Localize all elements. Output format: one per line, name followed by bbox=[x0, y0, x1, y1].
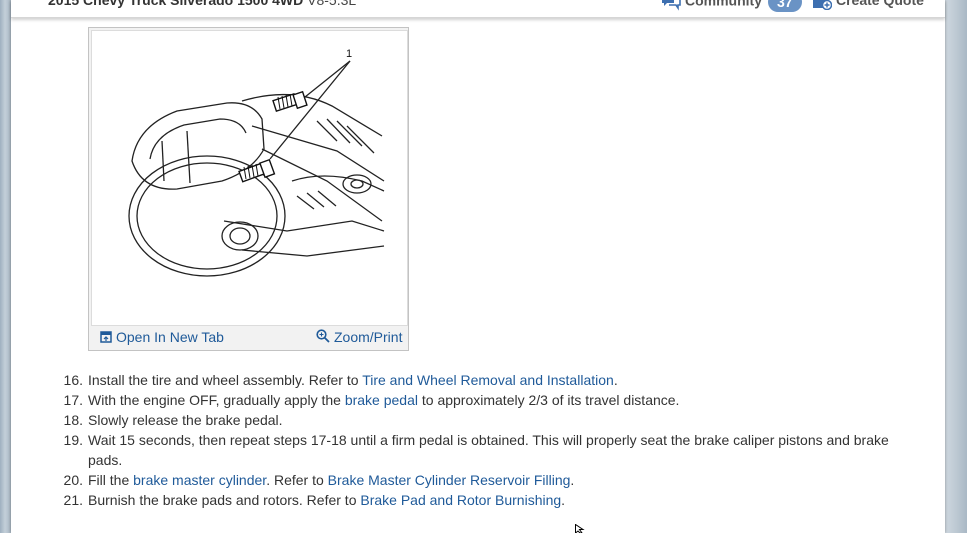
brake-caliper-illustration: 1 bbox=[128, 48, 385, 277]
callout-label: 1 bbox=[346, 48, 352, 60]
open-new-tab-icon bbox=[100, 331, 112, 343]
mouse-cursor-icon bbox=[575, 524, 585, 533]
step-19: 19. Wait 15 seconds, then repeat steps 17… bbox=[45, 430, 925, 470]
step-text: . bbox=[570, 472, 575, 488]
window-edge-right bbox=[945, 0, 967, 533]
pad-rotor-burnishing-link[interactable]: Brake Pad and Rotor Burnishing bbox=[360, 492, 561, 508]
step-text: . Refer to bbox=[266, 472, 328, 488]
step-text: Burnish the brake pads and rotors. Refer… bbox=[88, 492, 361, 508]
zoom-print-label: Zoom/Print bbox=[334, 329, 403, 345]
step-text: . bbox=[561, 492, 566, 508]
dollar-quote-icon bbox=[813, 0, 832, 11]
step-number: 18. bbox=[63, 412, 83, 428]
step-number: 17. bbox=[63, 392, 83, 408]
step-20: 20. Fill the brake master cylinder. Refer… bbox=[45, 470, 925, 490]
step-18: 18. Slowly release the brake pedal. bbox=[45, 410, 925, 430]
zoom-print-link[interactable]: Zoom/Print bbox=[316, 329, 402, 345]
vehicle-engine: V8-5.3L bbox=[307, 0, 357, 8]
step-number: 16. bbox=[63, 372, 83, 388]
step-text: . bbox=[613, 372, 618, 388]
vehicle-title: 2015 Chevy Truck Silverado 1500 4WD V8-5… bbox=[48, 0, 356, 8]
magnifier-icon bbox=[316, 329, 330, 343]
step-text: With the engine OFF, gradually apply the bbox=[88, 392, 345, 408]
chat-bubbles-icon bbox=[662, 0, 681, 11]
step-number: 19. bbox=[63, 432, 83, 448]
open-in-new-tab-label: Open In New Tab bbox=[116, 329, 224, 345]
brake-master-cylinder-link[interactable]: brake master cylinder bbox=[133, 472, 266, 488]
vehicle-model: 2015 Chevy Truck Silverado 1500 4WD bbox=[48, 0, 304, 8]
step-number: 21. bbox=[63, 492, 83, 508]
step-text: Install the tire and wheel assembly. Ref… bbox=[88, 372, 363, 388]
top-header-bar: 2015 Chevy Truck Silverado 1500 4WD V8-5… bbox=[11, 0, 945, 18]
community-count-badge: 37 bbox=[768, 0, 802, 12]
create-quote-button[interactable]: Create Quote bbox=[812, 0, 924, 11]
figure-container: 1 Open In New Tab Zoom/Print bbox=[88, 27, 409, 351]
create-quote-label: Create Quote bbox=[836, 0, 924, 8]
caliper-bolts-diagram[interactable]: 1 bbox=[91, 30, 408, 326]
reservoir-filling-link[interactable]: Brake Master Cylinder Reservoir Filling bbox=[328, 472, 571, 488]
step-21: 21. Burnish the brake pads and rotors. Re… bbox=[45, 490, 925, 510]
tire-wheel-removal-link[interactable]: Tire and Wheel Removal and Installation bbox=[362, 372, 614, 388]
brake-pedal-link[interactable]: brake pedal bbox=[345, 392, 418, 408]
window-edge-left bbox=[0, 0, 11, 533]
open-in-new-tab-link[interactable]: Open In New Tab bbox=[100, 329, 224, 345]
step-text: Wait 15 seconds, then repeat steps 17-18… bbox=[88, 432, 889, 468]
figure-actions: Open In New Tab Zoom/Print bbox=[89, 324, 408, 350]
step-text: to approximately 2/3 of its travel dista… bbox=[417, 392, 680, 408]
step-number: 20. bbox=[63, 472, 83, 488]
procedure-steps-list: 16. Install the tire and wheel assembly. … bbox=[45, 370, 925, 510]
community-button[interactable]: Community 37 bbox=[661, 0, 802, 12]
community-label: Community bbox=[685, 0, 762, 9]
content-page: 1 Open In New Tab Zoom/Print 16. Install… bbox=[11, 0, 945, 533]
step-text: Fill the bbox=[88, 472, 134, 488]
step-text: Slowly release the brake pedal. bbox=[88, 412, 283, 428]
step-17: 17. With the engine OFF, gradually apply … bbox=[45, 390, 925, 410]
step-16: 16. Install the tire and wheel assembly. … bbox=[45, 370, 925, 390]
